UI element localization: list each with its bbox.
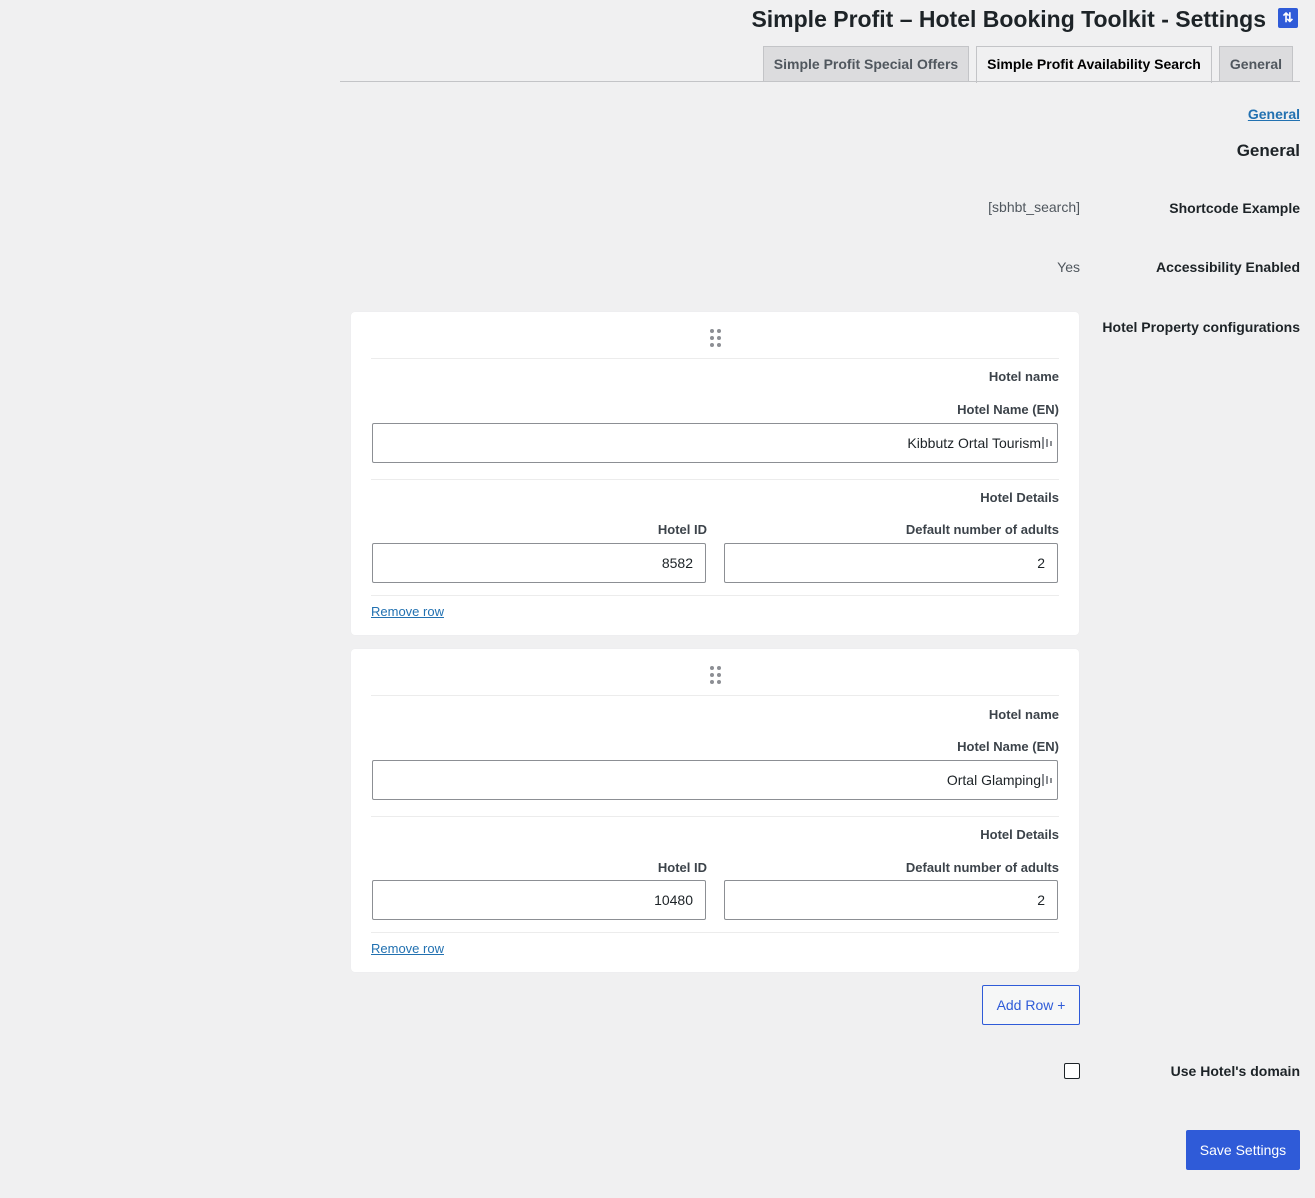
drag-handle-icon[interactable] — [351, 329, 1079, 347]
hotel-details-label: Hotel Details — [980, 490, 1059, 505]
password-manager-icon[interactable] — [1042, 774, 1052, 786]
divider — [371, 695, 1059, 696]
divider — [371, 816, 1059, 817]
tab-availability-search[interactable]: Simple Profit Availability Search — [976, 46, 1212, 83]
hotel-name-en-input[interactable] — [372, 760, 1058, 800]
save-settings-button[interactable]: Save Settings — [1186, 1130, 1300, 1170]
drag-handle-icon[interactable] — [351, 666, 1079, 684]
default-adults-label: Default number of adults — [905, 522, 1059, 537]
password-manager-icon[interactable] — [1042, 437, 1052, 449]
accessibility-enabled-label: Accessibility Enabled — [1156, 259, 1300, 275]
hotel-id-input[interactable] — [372, 543, 706, 583]
section-link-general[interactable]: General — [1248, 106, 1300, 122]
tabs-divider — [340, 81, 1300, 82]
tab-special-offers[interactable]: Simple Profit Special Offers — [763, 46, 969, 82]
hotel-id-label: Hotel ID — [657, 860, 707, 875]
hotel-name-en-label: Hotel Name (EN) — [957, 402, 1059, 417]
divider — [371, 932, 1059, 933]
use-hotel-domain-label: Use Hotel's domain — [1170, 1063, 1300, 1079]
section-heading: General — [1236, 141, 1300, 160]
shortcode-example-label: Shortcode Example — [1169, 200, 1300, 216]
page-title: Simple Profit – Hotel Booking Toolkit - … — [751, 6, 1266, 32]
hotel-name-en-label: Hotel Name (EN) — [957, 739, 1059, 754]
shortcode-example-value: [sbhbt_search] — [988, 199, 1080, 215]
use-hotel-domain-checkbox[interactable] — [1064, 1063, 1080, 1079]
default-adults-label: Default number of adults — [905, 860, 1059, 875]
hotel-name-en-input[interactable] — [372, 423, 1058, 463]
add-row-button[interactable]: Add Row + — [982, 985, 1080, 1025]
divider — [371, 595, 1059, 596]
sort-arrows-icon[interactable]: ⇅ — [1278, 8, 1298, 28]
remove-row-link[interactable]: Remove row — [371, 941, 444, 957]
hotel-id-input[interactable] — [372, 880, 706, 920]
hotel-name-group-label: Hotel name — [988, 707, 1059, 722]
default-adults-input[interactable] — [724, 880, 1058, 920]
accessibility-enabled-value: Yes — [1057, 259, 1080, 275]
divider — [371, 479, 1059, 480]
hotel-details-label: Hotel Details — [980, 827, 1059, 842]
default-adults-input[interactable] — [724, 543, 1058, 583]
hotel-name-group-label: Hotel name — [988, 369, 1059, 384]
tab-general[interactable]: General — [1219, 46, 1293, 82]
hotel-config-card: Hotel name Hotel Name (EN) Hotel Details… — [351, 649, 1079, 972]
hotel-configurations-label: Hotel Property configurations — [1102, 319, 1300, 335]
remove-row-link[interactable]: Remove row — [371, 604, 444, 620]
hotel-id-label: Hotel ID — [657, 522, 707, 537]
hotel-config-card: Hotel name Hotel Name (EN) Hotel Details… — [351, 312, 1079, 635]
divider — [371, 358, 1059, 359]
